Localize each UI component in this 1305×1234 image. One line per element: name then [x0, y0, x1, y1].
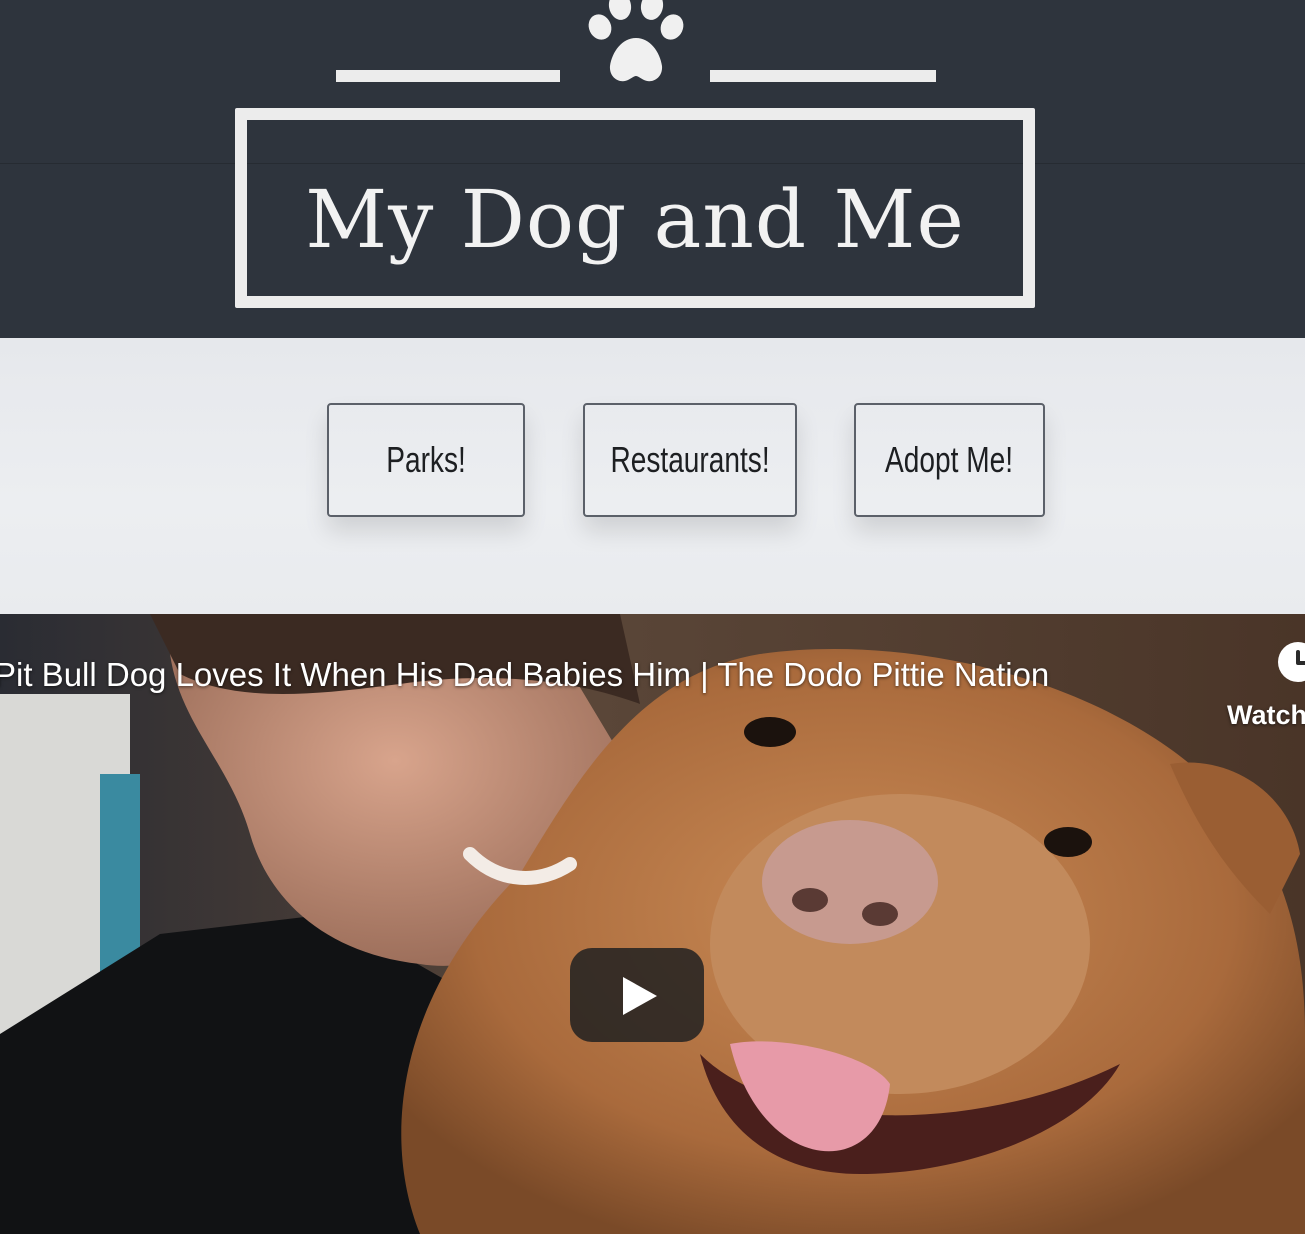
- main-nav: Parks! Restaurants! Adopt Me!: [0, 338, 1305, 614]
- logo-line-left: [336, 70, 560, 82]
- site-title: My Dog and Me: [305, 173, 965, 266]
- video-title[interactable]: Pit Bull Dog Loves It When His Dad Babie…: [0, 656, 1049, 694]
- paw-icon: [588, 0, 684, 82]
- play-icon: [623, 977, 657, 1015]
- adopt-me-button[interactable]: Adopt Me!: [854, 403, 1045, 517]
- video-player[interactable]: Pit Bull Dog Loves It When His Dad Babie…: [0, 614, 1305, 1234]
- parks-button[interactable]: Parks!: [327, 403, 525, 517]
- site-header: My Dog and Me: [0, 0, 1305, 338]
- play-button[interactable]: [570, 948, 704, 1042]
- adopt-me-button-label: Adopt Me!: [885, 439, 1014, 480]
- restaurants-button-label: Restaurants!: [610, 439, 770, 480]
- video-thumbnail: [0, 614, 1305, 1234]
- restaurants-button[interactable]: Restaurants!: [583, 403, 797, 517]
- logo-line-right: [710, 70, 936, 82]
- watch-later-label: Watch: [1227, 700, 1305, 730]
- watch-later-button[interactable]: Watch: [1222, 642, 1305, 742]
- parks-button-label: Parks!: [386, 439, 466, 480]
- clock-icon: [1278, 642, 1305, 682]
